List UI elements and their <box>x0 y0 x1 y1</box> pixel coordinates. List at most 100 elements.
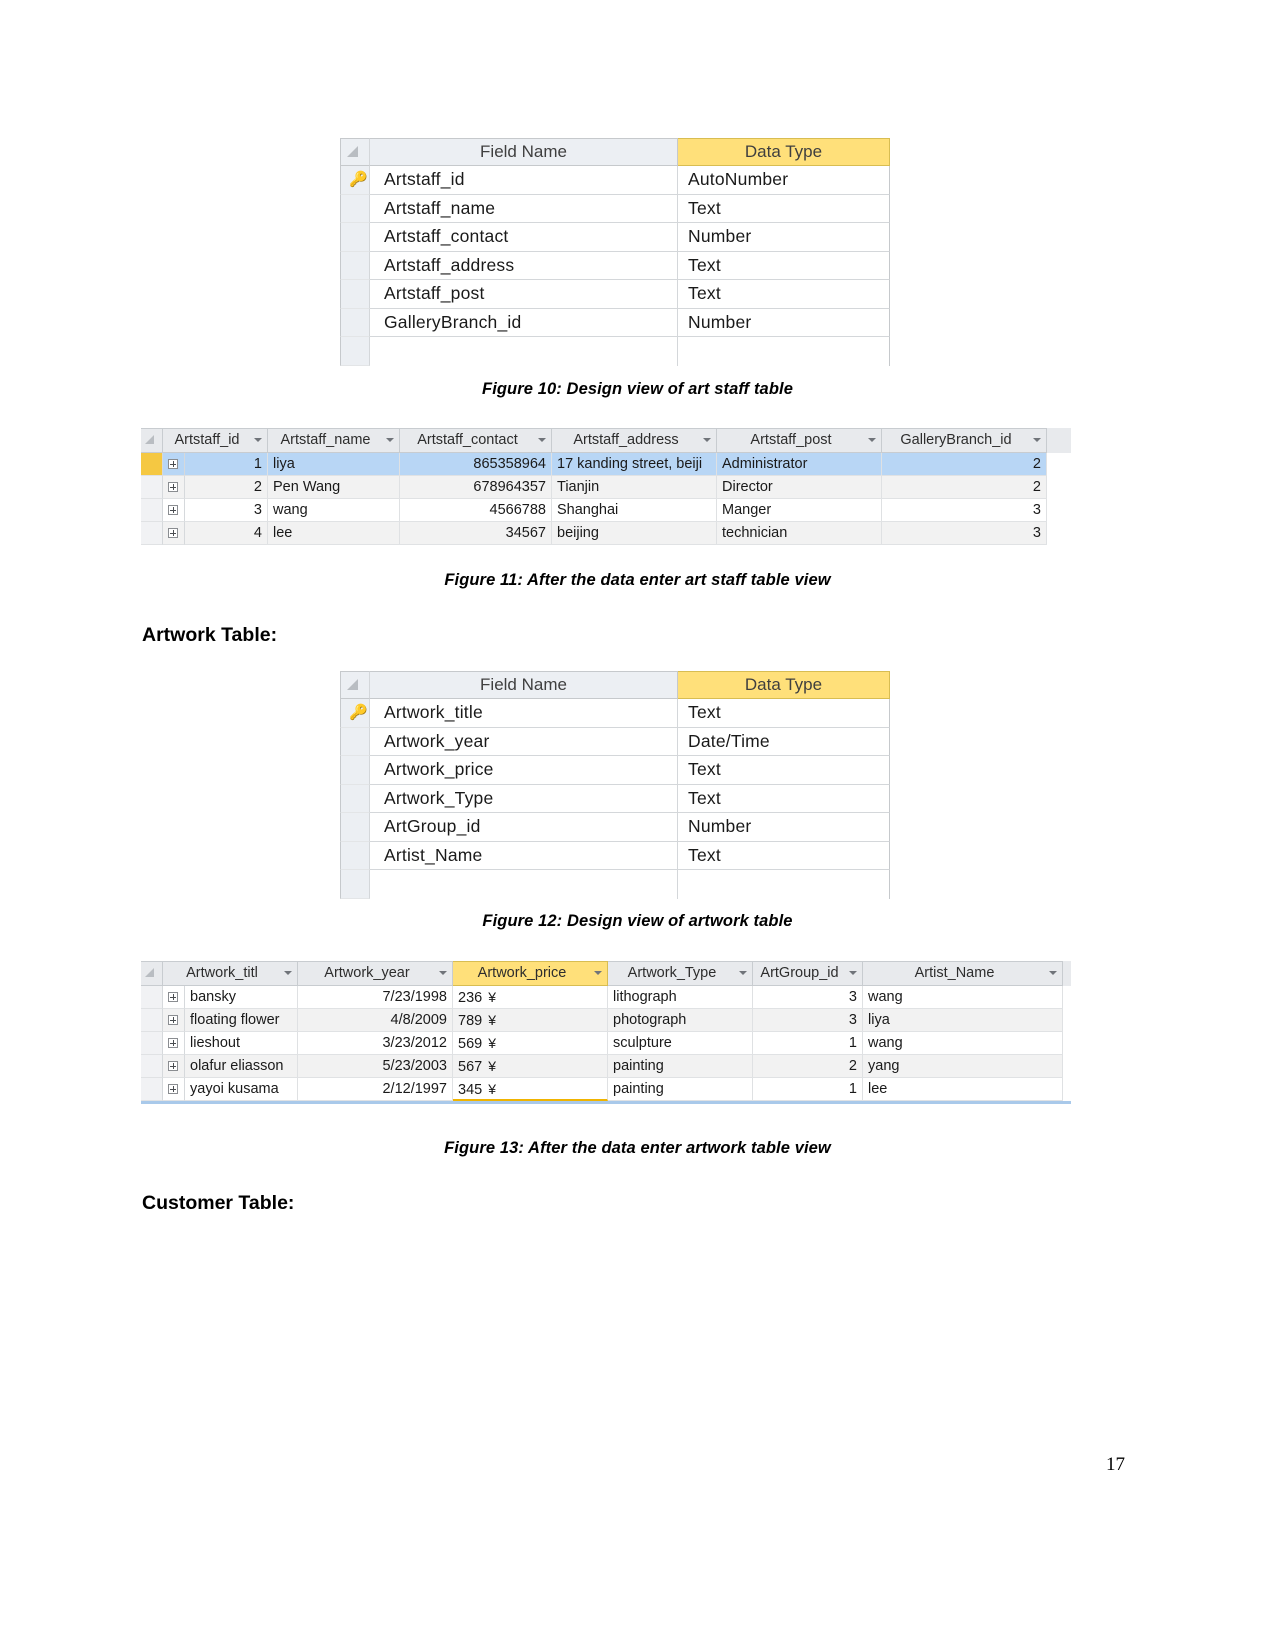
chevron-down-icon[interactable] <box>439 971 447 975</box>
data-type-cell[interactable]: Text <box>678 280 890 309</box>
expand-subdatasheet-icon[interactable] <box>163 986 185 1009</box>
design-row[interactable]: Artist_Name Text <box>340 841 890 870</box>
row-selector[interactable] <box>141 1078 163 1101</box>
expand-subdatasheet-icon[interactable] <box>163 1032 185 1055</box>
column-header-artwork-price[interactable]: Artwork_price <box>453 961 608 986</box>
cell-artstaff-post[interactable]: Director <box>717 476 882 499</box>
row-selector[interactable] <box>141 1032 163 1055</box>
cell-artstaff-name[interactable]: lee <box>268 522 400 545</box>
expand-subdatasheet-icon[interactable] <box>163 1078 185 1101</box>
design-row[interactable]: Artstaff_post Text <box>340 280 890 309</box>
cell-artwork-titl[interactable]: olafur eliasson <box>185 1055 298 1078</box>
row-selector[interactable] <box>141 522 163 545</box>
cell-artwork-price[interactable]: 345 ¥ <box>453 1078 608 1101</box>
cell-artstaff-name[interactable]: liya <box>268 453 400 476</box>
cell-artwork-year[interactable]: 7/23/1998 <box>298 986 453 1009</box>
cell-artwork-year[interactable]: 2/12/1997 <box>298 1078 453 1101</box>
field-name-cell[interactable] <box>370 337 678 366</box>
data-type-cell[interactable] <box>678 870 890 899</box>
cell-artstaff-address[interactable]: Shanghai <box>552 499 717 522</box>
field-name-cell[interactable]: Artstaff_contact <box>370 223 678 252</box>
chevron-down-icon[interactable] <box>1049 971 1057 975</box>
field-name-cell[interactable]: GalleryBranch_id <box>370 308 678 337</box>
cell-artgroup-id[interactable]: 3 <box>753 986 863 1009</box>
cell-artwork-price[interactable]: 569 ¥ <box>453 1032 608 1055</box>
data-type-cell[interactable]: Text <box>678 699 890 728</box>
field-name-cell[interactable]: ArtGroup_id <box>370 813 678 842</box>
field-name-cell[interactable]: Artstaff_address <box>370 251 678 280</box>
column-header-artstaff-address[interactable]: Artstaff_address <box>552 428 717 453</box>
design-row[interactable]: Artstaff_address Text <box>340 251 890 280</box>
chevron-down-icon[interactable] <box>849 971 857 975</box>
data-type-cell[interactable]: Text <box>678 251 890 280</box>
row-selector[interactable] <box>141 499 163 522</box>
design-row[interactable] <box>340 870 890 899</box>
row-selector[interactable] <box>141 1009 163 1032</box>
data-type-cell[interactable]: Number <box>678 813 890 842</box>
data-type-cell[interactable]: Text <box>678 194 890 223</box>
chevron-down-icon[interactable] <box>594 971 602 975</box>
design-row[interactable]: Artwork_year Date/Time <box>340 727 890 756</box>
column-header-artist-name[interactable]: Artist_Name <box>863 961 1063 986</box>
row-selector[interactable] <box>141 453 163 476</box>
design-row[interactable]: Artstaff_name Text <box>340 194 890 223</box>
row-selector[interactable] <box>340 727 370 756</box>
cell-artwork-year[interactable]: 5/23/2003 <box>298 1055 453 1078</box>
column-header-artstaff-post[interactable]: Artstaff_post <box>717 428 882 453</box>
cell-artist-name[interactable]: wang <box>863 1032 1063 1055</box>
field-name-cell[interactable]: Artwork_year <box>370 727 678 756</box>
column-header-artstaff-id[interactable]: Artstaff_id <box>163 428 268 453</box>
column-header-field-name[interactable]: Field Name <box>370 671 678 699</box>
cell-artwork-year[interactable]: 4/8/2009 <box>298 1009 453 1032</box>
expand-subdatasheet-icon[interactable] <box>163 499 185 522</box>
cell-artgroup-id[interactable]: 1 <box>753 1032 863 1055</box>
table-row[interactable]: olafur eliasson 5/23/2003 567 ¥ painting 2 yan… <box>141 1055 1071 1078</box>
row-selector[interactable] <box>340 337 370 366</box>
column-header-field-name[interactable]: Field Name <box>370 138 678 166</box>
design-row[interactable] <box>340 337 890 366</box>
cell-artstaff-name[interactable]: Pen Wang <box>268 476 400 499</box>
artwork-datasheet[interactable]: Artwork_titl Artwork_year Artwork_price Art… <box>141 961 1071 1104</box>
field-name-cell[interactable]: Artwork_Type <box>370 784 678 813</box>
cell-artist-name[interactable]: liya <box>863 1009 1063 1032</box>
table-row[interactable]: 4 lee 34567 beijing technician 3 <box>141 522 1071 545</box>
field-name-cell[interactable]: Artwork_price <box>370 756 678 785</box>
data-type-cell[interactable] <box>678 337 890 366</box>
select-all-corner[interactable] <box>340 671 370 699</box>
row-selector[interactable] <box>340 870 370 899</box>
table-row[interactable]: 2 Pen Wang 678964357 Tianjin Director 2 <box>141 476 1071 499</box>
design-row[interactable]: Artwork_Type Text <box>340 784 890 813</box>
table-row[interactable]: lieshout 3/23/2012 569 ¥ sculpture 1 wang <box>141 1032 1071 1055</box>
cell-artist-name[interactable]: lee <box>863 1078 1063 1101</box>
cell-gallerybranch-id[interactable]: 3 <box>882 499 1047 522</box>
column-header-artwork-type[interactable]: Artwork_Type <box>608 961 753 986</box>
cell-artwork-titl[interactable]: yayoi kusama <box>185 1078 298 1101</box>
field-name-cell[interactable]: Artwork_title <box>370 699 678 728</box>
design-row[interactable]: 🔑 Artwork_title Text <box>340 699 890 728</box>
cell-artstaff-post[interactable]: Administrator <box>717 453 882 476</box>
cell-artwork-price[interactable]: 789 ¥ <box>453 1009 608 1032</box>
row-selector[interactable] <box>340 223 370 252</box>
cell-artstaff-id[interactable]: 1 <box>185 453 268 476</box>
cell-artstaff-contact[interactable]: 865358964 <box>400 453 552 476</box>
artstaff-datasheet[interactable]: Artstaff_id Artstaff_name Artstaff_contact… <box>141 428 1071 545</box>
field-name-cell[interactable]: Artstaff_name <box>370 194 678 223</box>
cell-artstaff-post[interactable]: Manger <box>717 499 882 522</box>
data-type-cell[interactable]: Text <box>678 784 890 813</box>
cell-artstaff-address[interactable]: 17 kanding street, beiji <box>552 453 717 476</box>
cell-artstaff-contact[interactable]: 678964357 <box>400 476 552 499</box>
table-row[interactable]: 1 liya 865358964 17 kanding street, beiji Ad… <box>141 453 1071 476</box>
column-header-data-type[interactable]: Data Type <box>678 138 890 166</box>
cell-artstaff-post[interactable]: technician <box>717 522 882 545</box>
cell-artwork-titl[interactable]: floating flower <box>185 1009 298 1032</box>
data-type-cell[interactable]: Text <box>678 841 890 870</box>
row-selector[interactable] <box>340 194 370 223</box>
chevron-down-icon[interactable] <box>703 438 711 442</box>
cell-artgroup-id[interactable]: 2 <box>753 1055 863 1078</box>
design-row[interactable]: GalleryBranch_id Number <box>340 308 890 337</box>
cell-artist-name[interactable]: wang <box>863 986 1063 1009</box>
cell-gallerybranch-id[interactable]: 3 <box>882 522 1047 545</box>
select-all-corner[interactable] <box>141 961 163 986</box>
data-type-cell[interactable]: Text <box>678 756 890 785</box>
design-row[interactable]: 🔑 Artstaff_id AutoNumber <box>340 166 890 195</box>
